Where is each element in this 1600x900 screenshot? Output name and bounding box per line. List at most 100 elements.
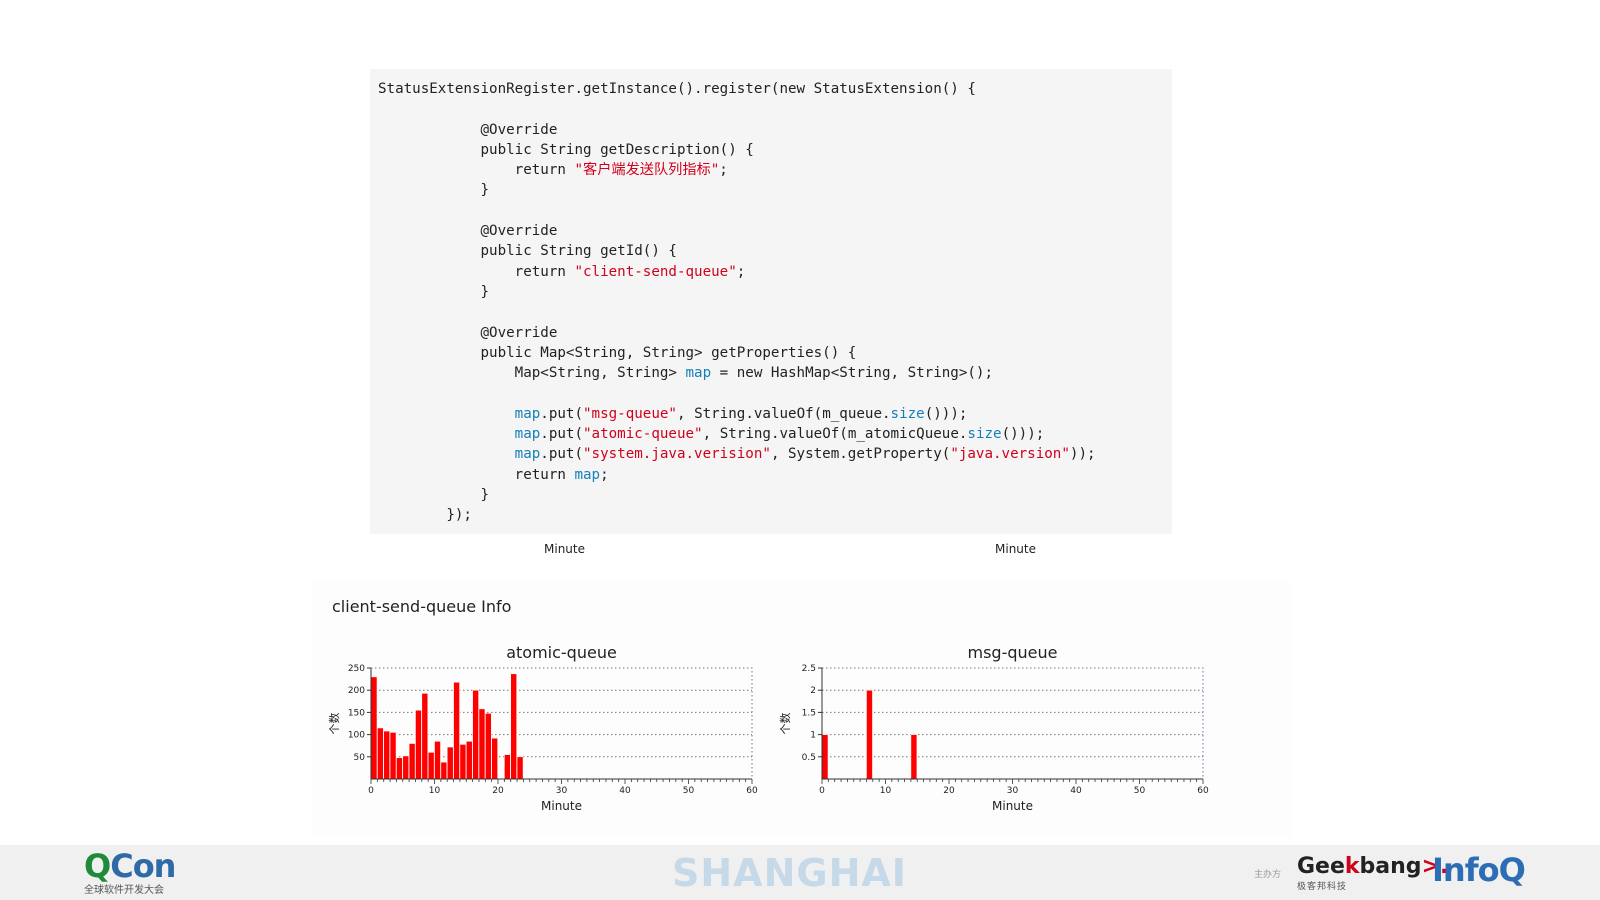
code-token: @Override: [378, 324, 558, 341]
code-token: Map<String, String>: [378, 365, 686, 382]
y-tick-label: 1: [810, 731, 816, 741]
qcon-logo: QCon 全球软件开发大会: [84, 847, 176, 896]
code-token: map: [514, 426, 541, 443]
code-text: StatusExtensionRegister.getInstance().re…: [378, 79, 1096, 526]
bar: [370, 676, 378, 780]
bar: [446, 746, 454, 780]
code-token: , String.valueOf(m_atomicQueue.: [702, 426, 968, 443]
qcon-logo-q: Q: [84, 847, 111, 885]
x-tick-label: 10: [880, 786, 892, 796]
code-line: }: [378, 182, 489, 198]
x-tick-label: 50: [683, 786, 695, 796]
code-token: map: [685, 365, 712, 382]
y-axis-label: 个数: [779, 713, 792, 735]
code-line: map.put("msg-queue", String.valueOf(m_qu…: [378, 405, 968, 422]
code-token: public String getDescription() {: [378, 141, 754, 158]
bar: [821, 734, 829, 780]
bar: [510, 673, 518, 780]
geekbang-subtitle: 极客邦科技: [1297, 882, 1348, 892]
y-tick-label: 250: [348, 664, 365, 674]
x-tick-label: 40: [619, 786, 631, 796]
bar: [504, 754, 511, 780]
code-token: .put(: [540, 446, 584, 463]
code-line: });: [378, 507, 472, 523]
y-tick-label: 1.5: [802, 708, 816, 718]
code-token: "system.java.verision": [583, 446, 771, 463]
code-token: ;: [600, 466, 609, 483]
code-token: ;: [719, 162, 728, 179]
code-token: StatusExtensionRegister.getInstance().re…: [378, 81, 976, 97]
code-token: "msg-queue": [583, 405, 677, 422]
y-axis-label: 个数: [328, 713, 341, 735]
code-token: "client-send-queue": [574, 263, 737, 280]
code-token: });: [378, 507, 472, 524]
code-line: @Override: [378, 223, 557, 239]
code-token: "客户端发送队列指标": [574, 162, 720, 179]
minute-label-left: Minute: [544, 542, 585, 556]
bar: [408, 743, 416, 780]
code-line: return map;: [378, 467, 609, 483]
code-token: return: [378, 263, 575, 280]
atomic-queue-chart: atomic-queue 50 100 150 200 250 个数 0 10 20 30 40 50 6…: [328, 643, 758, 813]
bar: [415, 709, 422, 780]
bar: [866, 689, 873, 780]
x-axis-label: Minute: [992, 799, 1033, 813]
geekbang-logo-bang: bang: [1359, 854, 1422, 879]
code-line: return "客户端发送队列指标";: [378, 162, 728, 178]
geekbang-logo-k: k: [1344, 854, 1360, 879]
bar: [402, 755, 410, 780]
code-line: public String getDescription() {: [378, 141, 754, 158]
code-line: public String getId() {: [378, 243, 676, 259]
city-title: SHANGHAI: [672, 851, 907, 895]
bar: [453, 681, 460, 780]
msg-queue-chart: msg-queue 0.5 1 1.5 2 2.5 个数 0 10 20 30 40 50 60 Minut…: [779, 643, 1209, 813]
bar: [465, 740, 473, 780]
y-tick-label: 200: [348, 686, 365, 696]
chart-title: msg-queue: [968, 643, 1058, 662]
code-token: ()));: [1001, 426, 1045, 443]
section-title: client-send-queue Info: [332, 597, 512, 616]
x-axis-label: Minute: [541, 799, 582, 813]
code-line: map.put("system.java.verision", System.g…: [378, 446, 1096, 462]
code-token: "atomic-queue": [583, 426, 703, 443]
y-tick-label: 150: [348, 708, 365, 718]
x-tick-label: 50: [1134, 786, 1146, 796]
bar: [910, 734, 918, 780]
geekbang-logo: Geekbang>. 极客邦科技: [1297, 854, 1448, 893]
code-token: size: [890, 405, 925, 422]
x-tick-label: 0: [819, 786, 825, 796]
bar: [485, 712, 492, 780]
x-tick-label: 20: [943, 786, 955, 796]
x-tick-label: 30: [1007, 786, 1019, 796]
minute-label-right: Minute: [995, 542, 1036, 556]
code-token: ()));: [924, 405, 968, 422]
bar: [434, 740, 441, 780]
code-token: .put(: [540, 426, 584, 443]
code-line: StatusExtensionRegister.getInstance().re…: [378, 81, 976, 97]
code-token: map: [514, 446, 541, 463]
y-tick-label: 50: [354, 753, 366, 763]
bar: [377, 727, 384, 780]
bar: [427, 752, 435, 780]
organizer-label: 主办方: [1254, 870, 1282, 880]
code-token: @Override: [378, 121, 558, 138]
code-token: ));: [1069, 446, 1096, 463]
x-tick-label: 30: [556, 786, 568, 796]
code-token: "java.version": [950, 446, 1070, 463]
y-tick-label: 2.5: [802, 664, 816, 674]
bar: [459, 744, 467, 780]
code-token: map: [574, 466, 601, 483]
code-token: }: [378, 486, 490, 503]
x-tick-label: 20: [492, 786, 504, 796]
bar: [383, 730, 391, 780]
bar: [396, 757, 403, 780]
code-token: size: [967, 426, 1002, 443]
infoq-logo: InfoQ: [1432, 851, 1526, 889]
qcon-subtitle: 全球软件开发大会: [84, 885, 164, 896]
plot-frame: [821, 667, 1204, 780]
code-token: return: [378, 162, 575, 179]
code-line: @Override: [378, 122, 557, 138]
bar: [478, 708, 486, 780]
bar: [440, 761, 448, 780]
x-tick-label: 40: [1070, 786, 1082, 796]
